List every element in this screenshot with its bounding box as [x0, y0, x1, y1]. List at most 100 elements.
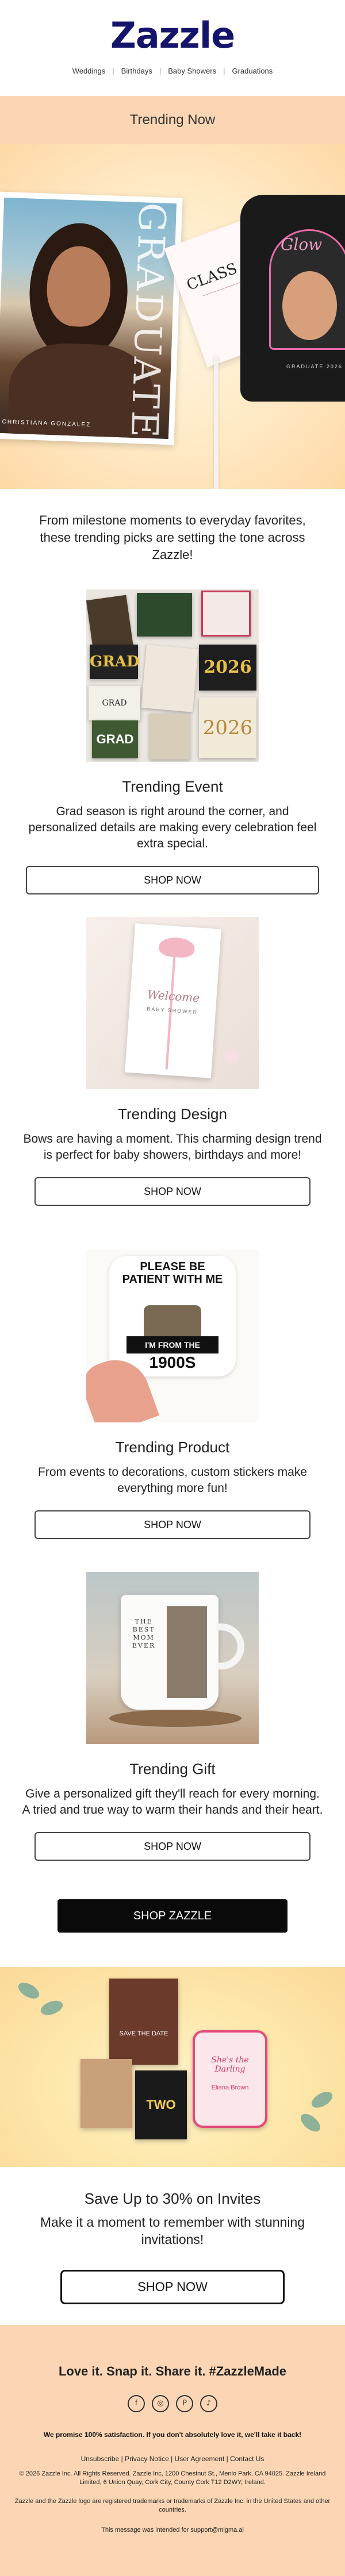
graduate-photo: GRADUATE CHRISTIANA GONZALEZ: [0, 197, 177, 439]
invite-script: Welcome: [147, 987, 200, 1005]
mug-line: THE: [135, 1618, 153, 1625]
grad-card-9: [150, 714, 190, 759]
social-links: f ◎ P ♪: [0, 2395, 345, 2412]
banner-title: Trending Now: [129, 112, 216, 128]
sticker-bottom-text-a: I'M FROM THE: [126, 1336, 218, 1353]
leaf-shape: [39, 1997, 65, 2018]
graduate-vertical-text: GRADUATE: [122, 202, 174, 439]
promo-title: Save Up to 30% on Invites: [84, 2190, 261, 2207]
mug-line: BEST: [132, 1626, 155, 1633]
grad-card-4: GRAD: [90, 645, 140, 679]
invites-promo-image[interactable]: SAVE THE DATE TWO She's the Darling Elia…: [0, 1967, 345, 2167]
contact-us-link[interactable]: Contact Us: [230, 2455, 264, 2463]
pink-invite-card: She's the Darling Eliana Brown: [193, 2030, 267, 2128]
trending-event-section: GRAD 2026 GRAD PARTY GRAD 2026 Trending …: [0, 589, 345, 917]
satisfaction-promise: We promise 100% satisfaction. If you don…: [43, 2431, 302, 2439]
grad-card-3: [201, 591, 251, 637]
pink-invite-script: She's the Darling: [211, 2056, 249, 2074]
shop-zazzle-row: SHOP ZAZZLE: [0, 1899, 345, 1967]
hero-image[interactable]: GRADUATE CHRISTIANA GONZALEZ CLASS OF Gl…: [0, 144, 345, 489]
grad-card-8: GRAD: [92, 720, 138, 758]
legal-trademark: Zazzle and the Zazzle logo are registere…: [14, 2498, 331, 2513]
trending-product-image[interactable]: PLEASE BE PATIENT WITH ME I'M FROM THE 1…: [86, 1250, 259, 1422]
bow-shape: [158, 936, 195, 959]
user-agreement-link[interactable]: User Agreement: [175, 2455, 225, 2463]
leaf-shape: [297, 2110, 324, 2135]
graduate-photo-card: GRADUATE CHRISTIANA GONZALEZ: [0, 191, 183, 445]
mug-text: THE BEST MOM EVER: [132, 1618, 155, 1650]
trending-design-image[interactable]: Welcome BABY SHOWER: [86, 917, 259, 1089]
intended-recipient: This message was intended for support@mi…: [101, 2527, 244, 2533]
promo-text: Make it a moment to remember with stunni…: [40, 2215, 305, 2247]
photo-card: [80, 2059, 132, 2128]
privacy-notice-link[interactable]: Privacy Notice: [125, 2455, 169, 2463]
shop-now-button[interactable]: SHOP NOW: [34, 1510, 310, 1539]
zazzle-logo[interactable]: Zazzle: [0, 15, 345, 56]
grad-card-10: 2026: [199, 697, 256, 758]
tiktok-icon[interactable]: ♪: [200, 2395, 217, 2412]
sticker-top-text: PLEASE BE PATIENT WITH ME: [122, 1260, 223, 1286]
invites-shop-now-button[interactable]: SHOP NOW: [60, 2270, 285, 2304]
email-page: Zazzle Weddings | Birthdays | Baby Showe…: [0, 0, 345, 2576]
coaster-shape: [109, 1710, 241, 1727]
truck-shape: [144, 1305, 201, 1340]
mug-shape: THE BEST MOM EVER: [121, 1595, 218, 1710]
mug-line: MOM: [133, 1634, 155, 1641]
trending-gift-section: THE BEST MOM EVER Trending Gift Give a p…: [0, 1572, 345, 1899]
nav-weddings[interactable]: Weddings: [72, 67, 106, 75]
legal-address: © 2026 Zazzle Inc. All Rights Reserved. …: [19, 2470, 326, 2486]
trending-event-image[interactable]: GRAD 2026 GRAD PARTY GRAD 2026: [86, 589, 259, 762]
shop-now-button[interactable]: SHOP NOW: [26, 866, 319, 894]
footer-links: Unsubscribe | Privacy Notice | User Agre…: [0, 2455, 345, 2463]
intro-text: From milestone moments to everyday favor…: [39, 513, 306, 562]
shop-zazzle-button[interactable]: SHOP ZAZZLE: [57, 1899, 288, 1933]
mug-photos: [167, 1606, 207, 1698]
nav-separator: |: [223, 67, 225, 75]
grad-card-2: [137, 593, 192, 637]
section-text: Grad season is right around the corner, …: [28, 805, 317, 850]
shop-now-button[interactable]: SHOP NOW: [34, 1832, 310, 1861]
trending-design-section: Welcome BABY SHOWER Trending Design Bows…: [0, 917, 345, 1250]
invites-promo-text: Save Up to 30% on Invites Make it a mome…: [0, 2167, 345, 2313]
pink-invite-name: Eliana Brown: [211, 2084, 249, 2091]
graduate-tshirt: Glow GRADUATE 2026: [240, 195, 345, 402]
nav-baby-showers[interactable]: Baby Showers: [168, 67, 216, 75]
section-title: Trending Gift: [129, 1760, 216, 1777]
tshirt-script: Glow: [281, 235, 323, 254]
section-title: Trending Event: [122, 778, 223, 795]
two-birthday-card: TWO: [135, 2070, 187, 2139]
shop-now-button[interactable]: SHOP NOW: [34, 1177, 310, 1206]
mug-line: EVER: [132, 1642, 156, 1649]
invite-stick: [214, 357, 218, 489]
trending-now-banner: Trending Now: [0, 96, 345, 144]
nav-birthdays[interactable]: Birthdays: [121, 67, 152, 75]
footer: Love it. Snap it. Share it. #ZazzleMade …: [0, 2325, 345, 2576]
leaf-shape: [309, 2088, 335, 2111]
tshirt-photo: [282, 271, 337, 340]
grad-party-card: GRAD PARTY: [89, 686, 140, 742]
facebook-icon[interactable]: f: [128, 2395, 145, 2412]
section-text: Give a personalized gift they'll reach f…: [22, 1787, 323, 1817]
leaf-shape: [16, 1979, 42, 2002]
nav-graduations[interactable]: Graduations: [232, 67, 273, 75]
trending-product-section: PLEASE BE PATIENT WITH ME I'M FROM THE 1…: [0, 1250, 345, 1572]
footer-tagline: Love it. Snap it. Share it. #ZazzleMade: [58, 2364, 287, 2378]
trending-gift-image[interactable]: THE BEST MOM EVER: [86, 1572, 259, 1744]
section-title: Trending Design: [118, 1105, 227, 1123]
nav-separator: |: [112, 67, 114, 75]
pearl-shape: [98, 1055, 115, 1072]
tshirt-subtext: GRADUATE 2026: [286, 364, 343, 369]
grad-card-6: [141, 645, 198, 712]
sticker-bottom-text-b: 1900S: [149, 1353, 196, 1371]
pearl-shape: [224, 1049, 239, 1064]
header: Zazzle Weddings | Birthdays | Baby Showe…: [0, 0, 345, 96]
unsubscribe-link[interactable]: Unsubscribe: [81, 2455, 120, 2463]
mug-handle: [216, 1624, 244, 1669]
section-text: Bows are having a moment. This charming …: [23, 1132, 322, 1162]
pinterest-icon[interactable]: P: [176, 2395, 193, 2412]
section-text: From events to decorations, custom stick…: [38, 1466, 307, 1495]
save-date-card: SAVE THE DATE: [109, 1979, 178, 2065]
invite-sub: BABY SHOWER: [147, 1005, 198, 1016]
grad-card-5: 2026: [199, 645, 256, 691]
instagram-icon[interactable]: ◎: [152, 2395, 169, 2412]
